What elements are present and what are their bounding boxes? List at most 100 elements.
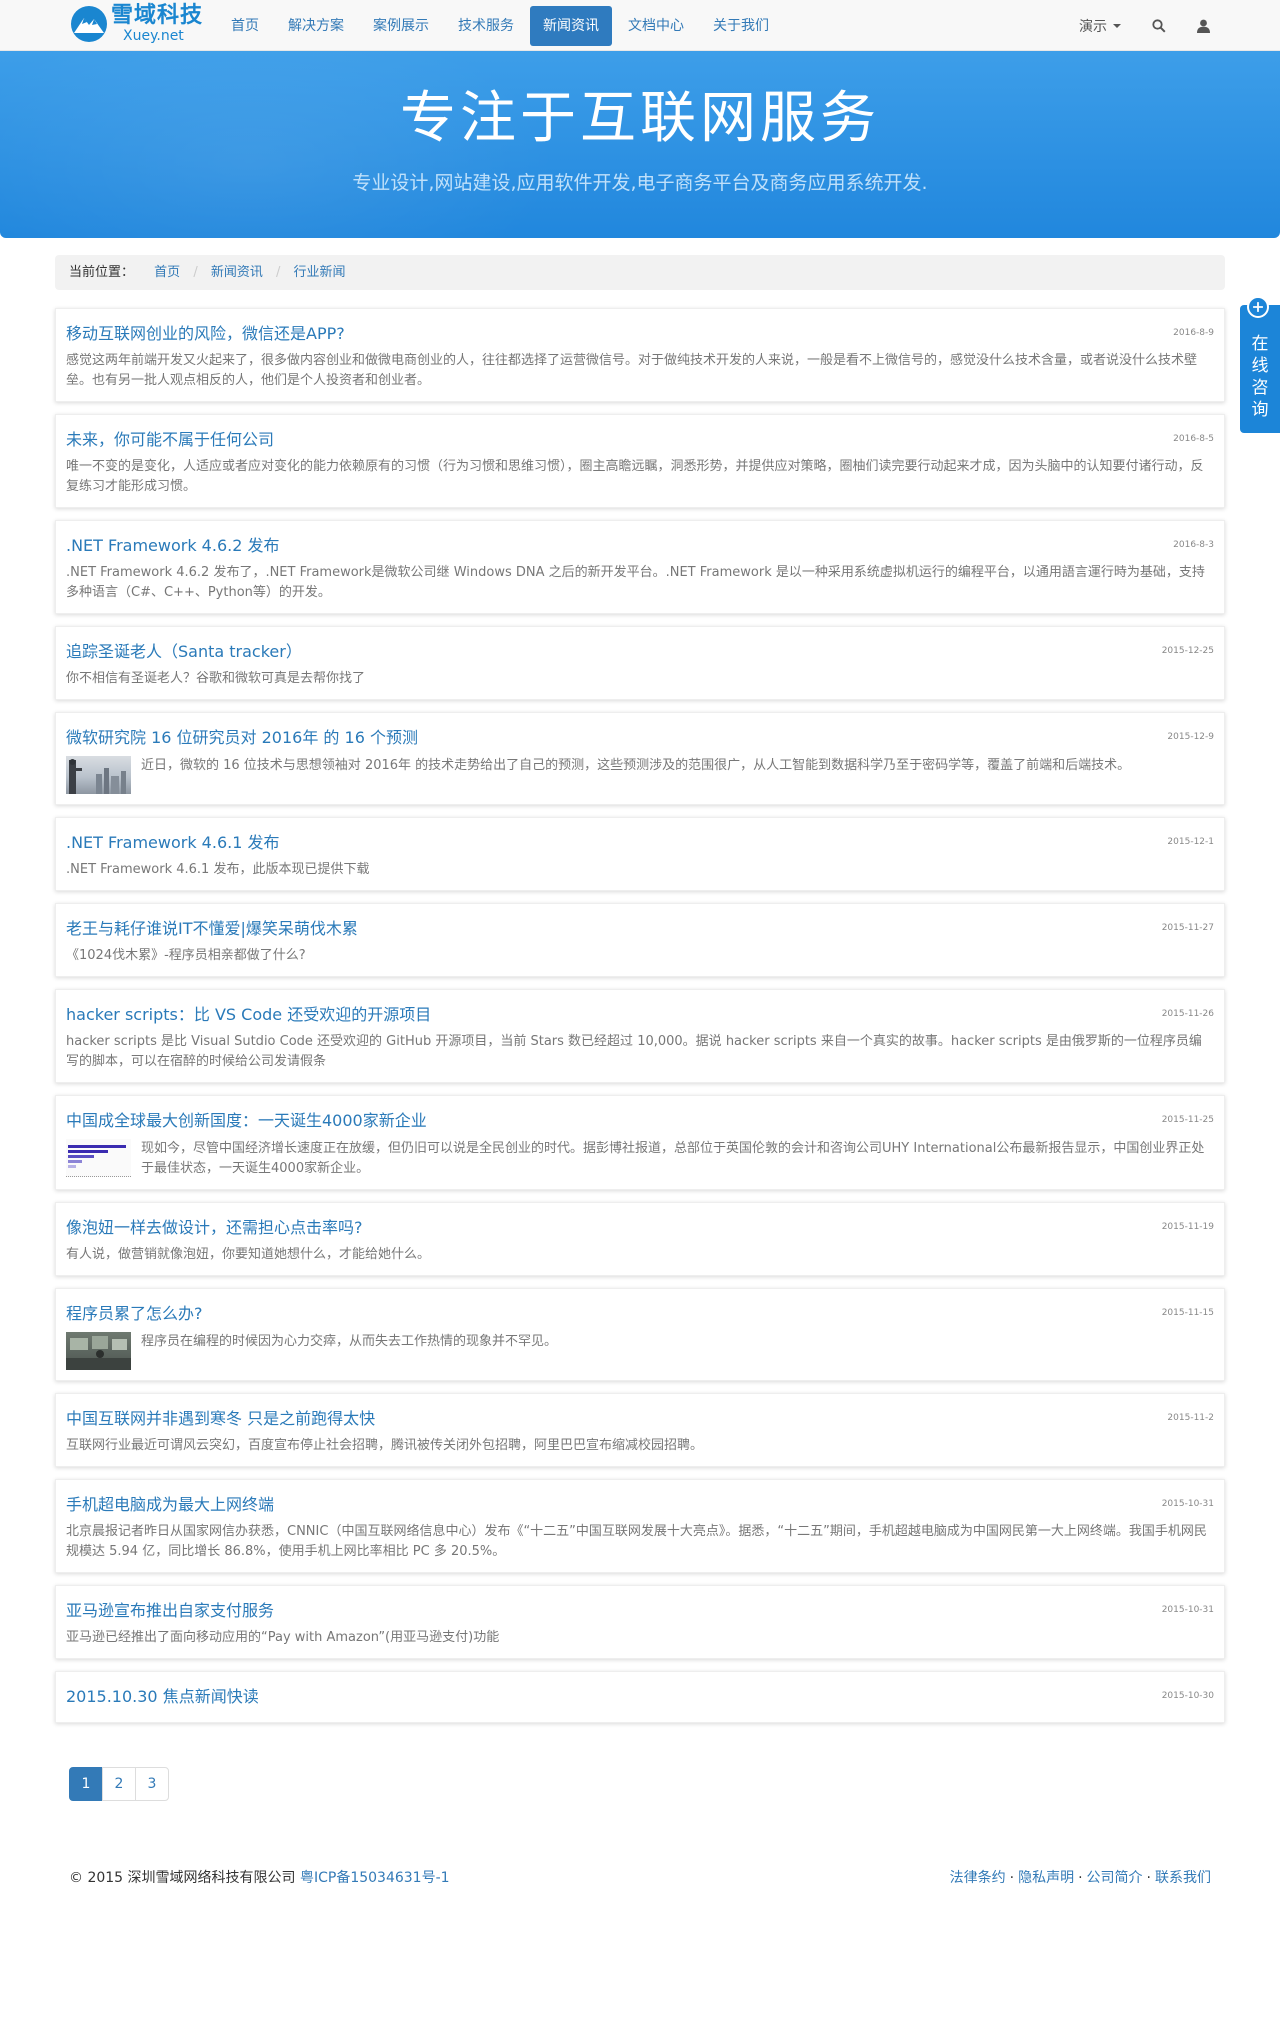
nav-news[interactable]: 新闻资讯 <box>530 5 612 46</box>
online-consult-char: 咨 <box>1251 378 1269 398</box>
article-summary: 感觉这两年前端开发又火起来了，很多做内容创业和做微电商创业的人，往往都选择了运营… <box>66 353 1198 388</box>
article-title[interactable]: 中国成全球最大创新国度：一天诞生4000家新企业 <box>66 1110 1214 1132</box>
article-title[interactable]: 亚马逊宣布推出自家支付服务 <box>66 1600 1214 1622</box>
article-date: 2015-11-25 <box>1161 1115 1214 1125</box>
article-card: 2015.10.30 焦点新闻快读 2015-10-30 <box>55 1671 1225 1723</box>
article-title[interactable]: 未来，你可能不属于任何公司 <box>66 429 1214 451</box>
article-date: 2015-10-30 <box>1161 1691 1214 1701</box>
article-summary: 近日，微软的 16 位技术与思想领袖对 2016年 的技术走势给出了自己的预测，… <box>141 758 1131 773</box>
article-date: 2015-11-26 <box>1161 1009 1214 1019</box>
article-title[interactable]: 移动互联网创业的风险，微信还是APP? <box>66 323 1214 345</box>
article-card: 中国成全球最大创新国度：一天诞生4000家新企业 2015-11-25 现如今，… <box>55 1095 1225 1190</box>
article-title[interactable]: 2015.10.30 焦点新闻快读 <box>66 1686 1214 1708</box>
article-summary: .NET Framework 4.6.1 发布，此版本现已提供下载 <box>66 862 370 877</box>
footer-link-privacy[interactable]: 隐私声明 <box>1018 1870 1074 1886</box>
article-summary: 你不相信有圣诞老人？谷歌和微软可真是去帮你找了 <box>66 671 366 686</box>
main-nav: 首页 解决方案 案例展示 技术服务 新闻资讯 文档中心 关于我们 <box>218 0 785 51</box>
online-consult-button[interactable]: 在 线 咨 询 <box>1240 296 1280 433</box>
article-summary: 北京晨报记者昨日从国家网信办获悉，CNNIC（中国互联网络信息中心）发布《“十二… <box>66 1524 1207 1559</box>
nav-about[interactable]: 关于我们 <box>700 6 782 46</box>
article-thumbnail[interactable] <box>66 1332 131 1370</box>
article-date: 2015-11-2 <box>1167 1413 1214 1423</box>
article-title[interactable]: 追踪圣诞老人（Santa tracker） <box>66 641 1214 663</box>
page-link-1[interactable]: 1 <box>69 1767 103 1801</box>
top-navbar: 雪域科技 Xuey.net 首页 解决方案 案例展示 技术服务 新闻资讯 文档中… <box>0 0 1280 51</box>
article-summary: .NET Framework 4.6.2 发布了，.NET Framework是… <box>66 565 1205 600</box>
article-date: 2015-12-25 <box>1161 646 1214 656</box>
breadcrumb-label: 当前位置： <box>69 265 135 280</box>
article-title[interactable]: .NET Framework 4.6.2 发布 <box>66 535 1214 557</box>
city-skyline-image <box>69 759 126 794</box>
footer-link-legal[interactable]: 法律条约 <box>950 1870 1006 1886</box>
article-date: 2016-8-9 <box>1173 328 1214 338</box>
hero-title: 专注于互联网服务 <box>400 86 880 151</box>
demo-dropdown[interactable]: 演示 <box>1063 16 1137 36</box>
search-icon <box>1152 18 1166 33</box>
article-thumbnail[interactable] <box>66 756 131 794</box>
article-card: 移动互联网创业的风险，微信还是APP? 2016-8-9 感觉这两年前端开发又火… <box>55 308 1225 402</box>
article-title[interactable]: 像泡妞一样去做设计，还需担心点击率吗? <box>66 1217 1214 1239</box>
brand-logo[interactable]: 雪域科技 Xuey.net <box>69 4 203 44</box>
page-link-3[interactable]: 3 <box>135 1767 169 1801</box>
article-card: 追踪圣诞老人（Santa tracker） 2015-12-25 你不相信有圣诞… <box>55 626 1225 700</box>
breadcrumb-industry-news[interactable]: 行业新闻 <box>294 265 346 280</box>
nav-docs[interactable]: 文档中心 <box>615 6 697 46</box>
article-date: 2016-8-3 <box>1173 540 1214 550</box>
article-title[interactable]: 老王与耗仔谁说IT不懂爱|爆笑呆萌伐木累 <box>66 918 1214 940</box>
footer-icp-link[interactable]: 粤ICP备15034631号-1 <box>300 1870 450 1886</box>
footer-separator: · <box>1078 1870 1083 1886</box>
article-date: 2016-8-5 <box>1173 434 1214 444</box>
demo-dropdown-label: 演示 <box>1079 18 1107 35</box>
article-title[interactable]: 手机超电脑成为最大上网终端 <box>66 1494 1214 1516</box>
article-date: 2015-10-31 <box>1161 1605 1214 1615</box>
brand-name-en: Xuey.net <box>123 28 184 44</box>
breadcrumb-news[interactable]: 新闻资讯 <box>211 265 263 280</box>
article-summary: hacker scripts 是比 Visual Sutdio Code 还受欢… <box>66 1034 1202 1069</box>
article-date: 2015-10-31 <box>1161 1499 1214 1509</box>
footer-link-contact[interactable]: 联系我们 <box>1155 1870 1211 1886</box>
brand-name-cn: 雪域科技 <box>111 3 204 28</box>
nav-cases[interactable]: 案例展示 <box>360 6 442 46</box>
article-date: 2015-12-9 <box>1167 732 1214 742</box>
article-title[interactable]: 中国互联网并非遇到寒冬 只是之前跑得太快 <box>66 1408 1214 1430</box>
article-summary: 《1024伐木累》-程序员相亲都做了什么? <box>66 948 306 963</box>
article-summary: 亚马逊已经推出了面向移动应用的“Pay with Amazon”(用亚马逊支付)… <box>66 1630 500 1645</box>
hero-subtitle: 专业设计,网站建设,应用软件开发,电子商务平台及商务应用系统开发. <box>352 172 928 194</box>
article-title[interactable]: 微软研究院 16 位研究员对 2016年 的 16 个预测 <box>66 727 1214 749</box>
pagination: 1 2 3 <box>69 1767 1225 1801</box>
page-link-2[interactable]: 2 <box>102 1767 136 1801</box>
breadcrumb-home[interactable]: 首页 <box>154 265 180 280</box>
footer-link-company[interactable]: 公司简介 <box>1087 1870 1143 1886</box>
article-card: 程序员累了怎么办? 2015-11-15 程序员在编程的时候因为心力交瘁，从而失… <box>55 1288 1225 1381</box>
nav-solutions[interactable]: 解决方案 <box>275 6 357 46</box>
article-summary: 有人说，做营销就像泡妞，你要知道她想什么，才能给她什么。 <box>66 1247 431 1262</box>
plus-circle-icon <box>1247 296 1269 318</box>
article-summary: 互联网行业最近可谓风云突幻，百度宣布停止社会招聘，腾讯被传关闭外包招聘，阿里巴巴… <box>66 1438 704 1453</box>
office-photo-image <box>66 1336 131 1370</box>
nav-home[interactable]: 首页 <box>218 6 272 46</box>
caret-down-icon <box>1113 23 1121 28</box>
online-consult-char: 询 <box>1251 400 1269 420</box>
article-summary: 唯一不变的是变化，人适应或者应对变化的能力依赖原有的习惯（行为习惯和思维习惯），… <box>66 459 1204 494</box>
article-card: 未来，你可能不属于任何公司 2016-8-5 唯一不变的是变化，人适应或者应对变… <box>55 414 1225 508</box>
article-card: hacker scripts：比 VS Code 还受欢迎的开源项目 2015-… <box>55 989 1225 1083</box>
footer: © 2015 深圳雪域网络科技有限公司 粤ICP备15034631号-1 法律条… <box>55 1867 1225 1887</box>
snow-mountain-logo-icon <box>71 6 107 42</box>
footer-copyright: © 2015 深圳雪域网络科技有限公司 <box>69 1870 296 1886</box>
article-title[interactable]: 程序员累了怎么办? <box>66 1303 1214 1325</box>
search-button[interactable] <box>1137 0 1181 51</box>
online-consult-label: 在 线 咨 询 <box>1240 305 1280 421</box>
footer-separator: · <box>1146 1870 1151 1886</box>
article-title[interactable]: .NET Framework 4.6.1 发布 <box>66 832 1214 854</box>
online-consult-char: 线 <box>1251 356 1269 376</box>
article-card: 手机超电脑成为最大上网终端 2015-10-31 北京晨报记者昨日从国家网信办获… <box>55 1479 1225 1573</box>
user-button[interactable] <box>1181 0 1225 51</box>
user-icon <box>1196 19 1210 33</box>
article-thumbnail[interactable] <box>66 1139 131 1177</box>
article-summary: 程序员在编程的时候因为心力交瘁，从而失去工作热情的现象并不罕见。 <box>141 1334 558 1349</box>
nav-tech-service[interactable]: 技术服务 <box>445 6 527 46</box>
bar-chart-image <box>68 1145 126 1168</box>
article-title[interactable]: hacker scripts：比 VS Code 还受欢迎的开源项目 <box>66 1004 1214 1026</box>
breadcrumb-separator: / <box>276 265 281 280</box>
article-card: 微软研究院 16 位研究员对 2016年 的 16 个预测 2015-12-9 … <box>55 712 1225 805</box>
